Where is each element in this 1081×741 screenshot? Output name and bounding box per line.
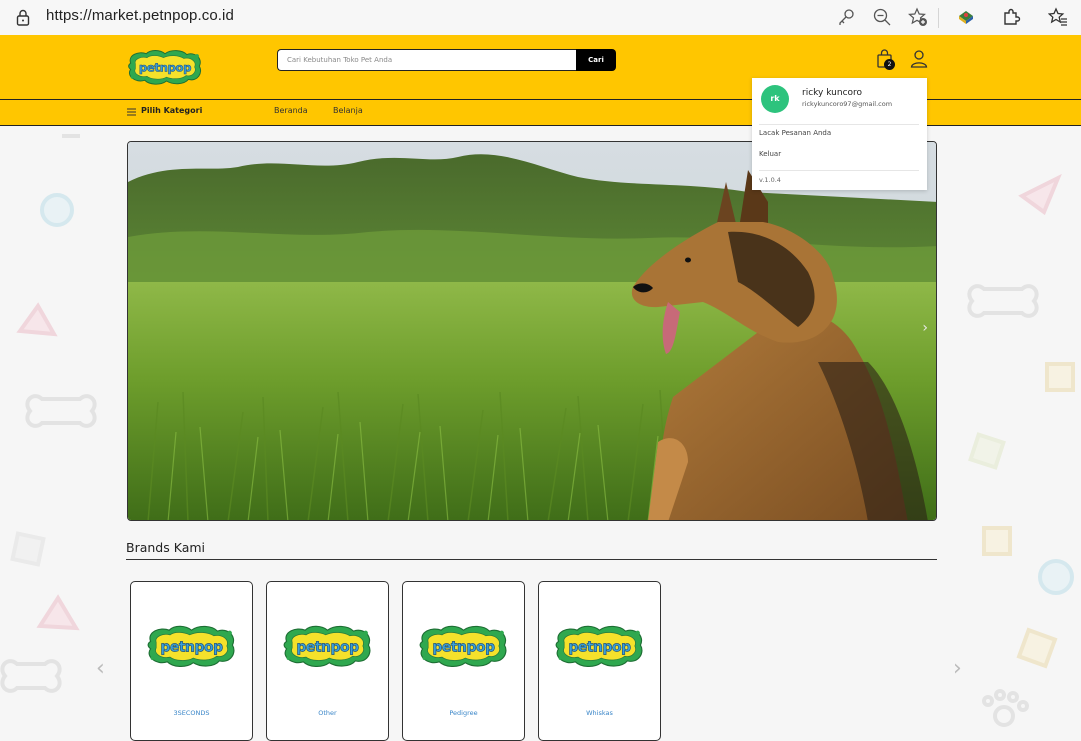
brands-next-arrow[interactable]: › — [953, 656, 962, 681]
user-account-icon[interactable] — [909, 49, 929, 69]
brand-logo — [417, 622, 510, 670]
address-bar[interactable]: https://market.petnpop.co.id — [46, 7, 234, 24]
toolbar-divider — [938, 8, 939, 28]
user-name: ricky kuncoro — [802, 88, 863, 98]
brand-card-3seconds[interactable]: 3SECONDS — [130, 581, 253, 741]
hamburger-icon — [127, 108, 136, 116]
user-email: rickykuncoro97@gmail.com — [802, 100, 893, 108]
brand-card-whiskas[interactable]: Whiskas — [538, 581, 661, 741]
user-dropdown-menu: rk ricky kuncoro rickykuncoro97@gmail.co… — [752, 78, 927, 190]
brands-divider — [126, 559, 937, 560]
lock-icon[interactable] — [15, 8, 31, 26]
cart-count-badge: 2 — [884, 59, 895, 70]
search-input[interactable] — [277, 49, 576, 71]
brand-logo — [145, 622, 238, 670]
track-order-link[interactable]: Lacak Pesanan Anda — [759, 129, 831, 137]
dropdown-divider — [759, 124, 919, 125]
brand-card-pedigree[interactable]: Pedigree — [402, 581, 525, 741]
app-version: v.1.0.4 — [759, 176, 781, 184]
brand-logo — [281, 622, 374, 670]
category-menu-label: Pilih Kategori — [141, 106, 203, 115]
nav-link-belanja[interactable]: Belanja — [333, 106, 363, 115]
zoom-out-icon[interactable] — [872, 7, 892, 27]
hero-next-arrow[interactable]: › — [922, 320, 928, 336]
extension-globe-icon[interactable] — [956, 7, 976, 27]
brand-name: Whiskas — [586, 709, 613, 717]
favorites-icon[interactable] — [1048, 7, 1068, 27]
browser-toolbar: https://market.petnpop.co.id — [0, 0, 1081, 36]
search-button[interactable]: Cari — [576, 49, 616, 71]
brands-prev-arrow[interactable]: ‹ — [96, 656, 105, 681]
key-icon[interactable] — [836, 7, 856, 27]
extensions-puzzle-icon[interactable] — [1001, 7, 1021, 27]
brand-name: Pedigree — [449, 709, 478, 717]
nav-link-beranda[interactable]: Beranda — [274, 106, 308, 115]
petnpop-logo[interactable] — [126, 47, 204, 87]
brand-card-other[interactable]: Other — [266, 581, 389, 741]
logout-link[interactable]: Keluar — [759, 150, 781, 158]
hero-banner[interactable]: › — [127, 141, 937, 521]
dropdown-divider — [759, 170, 919, 171]
brand-name: Other — [318, 709, 337, 717]
avatar: rk — [761, 85, 789, 113]
hero-dog-photo — [128, 142, 936, 520]
brand-name: 3SECONDS — [173, 709, 210, 717]
add-favorite-icon[interactable] — [908, 7, 928, 27]
brand-logo — [553, 622, 646, 670]
brands-section-title: Brands Kami — [126, 540, 206, 555]
